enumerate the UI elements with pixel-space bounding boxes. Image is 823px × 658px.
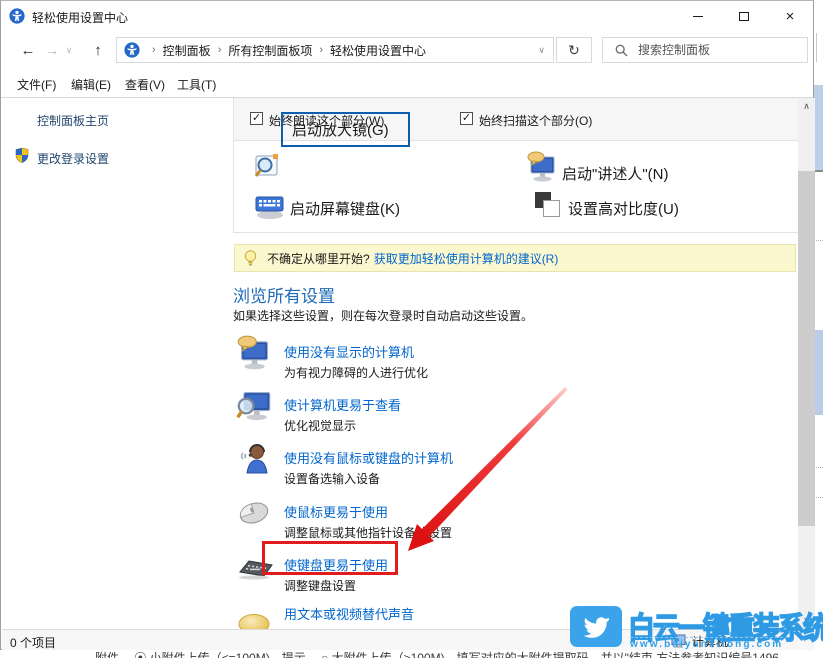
minimize-button[interactable] bbox=[675, 1, 721, 31]
breadcrumb-all-items[interactable]: 所有控制面板项 bbox=[228, 42, 312, 59]
always-read-checkbox[interactable]: ✓ bbox=[250, 112, 263, 125]
tip-text: 不确定从哪里开始? bbox=[267, 250, 370, 267]
breadcrumb-separator: › bbox=[319, 44, 323, 56]
ease-of-access-icon bbox=[124, 42, 140, 58]
history-dropdown-icon[interactable]: ∨ bbox=[61, 31, 77, 69]
setting-desc: 调整鼠标或其他指针设备的设置 bbox=[284, 524, 452, 541]
start-narrator-button[interactable]: 启动"讲述人"(N) bbox=[562, 163, 668, 184]
setting-desc: 优化视觉显示 bbox=[284, 417, 356, 434]
always-scan-label: 始终扫描这个部分(O) bbox=[479, 112, 592, 129]
setting-text-or-visual-for-sounds[interactable]: 用文本或视频替代声音 bbox=[284, 604, 414, 623]
get-recommendations-link[interactable]: 获取更加轻松使用计算机的建议(R) bbox=[374, 250, 559, 267]
breadcrumb-separator: › bbox=[152, 44, 156, 56]
refresh-button[interactable]: ↻ bbox=[556, 37, 592, 63]
background-page-strip: 附件 ⦿ 小附件上传（<=100M)，提示 ○ 大附件上传（>100M)，填写对… bbox=[0, 651, 823, 658]
sidebar-item-control-panel-home[interactable]: 控制面板主页 bbox=[37, 112, 109, 129]
items-count: 0 个项目 bbox=[10, 634, 56, 651]
sidebar-item-change-signin-settings[interactable]: 更改登录设置 bbox=[37, 150, 109, 167]
minimize-icon bbox=[693, 16, 703, 17]
vertical-scrollbar[interactable]: ∧ ∨ bbox=[798, 98, 815, 629]
address-dropdown-icon[interactable]: ∨ bbox=[538, 45, 545, 56]
setting-use-computer-without-mouse-keyboard[interactable]: 使用没有鼠标或键盘的计算机 bbox=[284, 448, 453, 467]
window-title: 轻松使用设置中心 bbox=[32, 9, 128, 26]
navigation-bar: ← → ∨ ↑ › 控制面板 › 所有控制面板项 › 轻松使用设置中心 ∨ bbox=[1, 31, 813, 69]
menu-bar: 文件(F) 编辑(E) 查看(V) 工具(T) bbox=[1, 69, 813, 98]
refresh-icon: ↻ bbox=[568, 42, 580, 59]
up-button[interactable]: ↑ bbox=[87, 31, 109, 69]
person-headset-icon bbox=[233, 440, 275, 478]
start-magnifier-label: 启动放大镜(G) bbox=[283, 119, 389, 140]
tip-bar: 不确定从哪里开始? 获取更加轻松使用计算机的建议(R) bbox=[234, 244, 796, 272]
screen: 附件 ⦿ 小附件上传（<=100M)，提示 ○ 大附件上传（>100M)，填写对… bbox=[0, 0, 823, 658]
maximize-button[interactable] bbox=[721, 1, 767, 31]
browse-all-settings-heading: 浏览所有设置 bbox=[233, 282, 335, 307]
start-magnifier-button[interactable]: 启动放大镜(G) bbox=[281, 112, 410, 147]
breadcrumb-control-panel[interactable]: 控制面板 bbox=[163, 42, 211, 59]
lightbulb-icon bbox=[244, 250, 257, 267]
background-text: 附件 ⦿ 小附件上传（<=100M)，提示 ○ 大附件上传（>100M)，填写对… bbox=[95, 651, 823, 658]
ease-of-access-icon bbox=[9, 8, 25, 24]
background-window-sliver bbox=[814, 0, 823, 658]
watermark: 白云一键重装系统 www.baiyunxitong.com bbox=[568, 600, 823, 652]
maximize-icon bbox=[739, 12, 749, 21]
monitor-speech-icon bbox=[527, 151, 557, 183]
magnifier-window-icon bbox=[254, 153, 282, 183]
forward-button[interactable]: → bbox=[41, 31, 63, 69]
start-onscreen-keyboard-button[interactable]: 启动屏幕键盘(K) bbox=[290, 198, 400, 219]
mouse-icon bbox=[233, 494, 275, 532]
watermark-bird-icon bbox=[570, 606, 622, 647]
menu-edit[interactable]: 编辑(E) bbox=[71, 76, 111, 93]
back-button[interactable]: ← bbox=[17, 31, 39, 69]
high-contrast-icon bbox=[535, 192, 561, 218]
onscreen-keyboard-icon bbox=[254, 192, 286, 220]
highlight-box bbox=[262, 541, 398, 575]
close-icon: × bbox=[786, 9, 795, 24]
setting-use-computer-without-display[interactable]: 使用没有显示的计算机 bbox=[284, 342, 414, 361]
set-high-contrast-button[interactable]: 设置高对比度(U) bbox=[568, 198, 679, 219]
setting-make-mouse-easier[interactable]: 使鼠标更易于使用 bbox=[284, 502, 388, 521]
breadcrumb[interactable]: › 控制面板 › 所有控制面板项 › 轻松使用设置中心 ∨ bbox=[116, 37, 554, 63]
quick-access-panel: ✓ 始终朗读这个部分(W) ✓ 始终扫描这个部分(O) 启动放大镜(G) bbox=[233, 98, 798, 233]
setting-desc: 设置备选输入设备 bbox=[284, 470, 380, 487]
ease-of-access-window: 轻松使用设置中心 × ← → ∨ ↑ › 控制面板 › 所有控制面板项 bbox=[0, 0, 814, 650]
uac-shield-icon bbox=[14, 147, 30, 163]
title-bar: 轻松使用设置中心 × bbox=[1, 1, 813, 31]
search-icon bbox=[615, 44, 628, 57]
setting-make-computer-easier-to-see[interactable]: 使计算机更易于查看 bbox=[284, 395, 401, 414]
setting-desc: 为有视力障碍的人进行优化 bbox=[284, 364, 428, 381]
always-scan-checkbox[interactable]: ✓ bbox=[460, 112, 473, 125]
setting-desc: 调整键盘设置 bbox=[284, 577, 356, 594]
monitor-speech-icon bbox=[233, 334, 275, 372]
breadcrumb-ease-of-access[interactable]: 轻松使用设置中心 bbox=[330, 42, 426, 59]
scrollbar-thumb[interactable] bbox=[798, 171, 815, 526]
menu-file[interactable]: 文件(F) bbox=[17, 76, 56, 93]
search-box[interactable] bbox=[602, 37, 808, 63]
watermark-url: www.baiyunxitong.com bbox=[630, 637, 783, 650]
scroll-up-icon[interactable]: ∧ bbox=[798, 98, 815, 115]
menu-tools[interactable]: 工具(T) bbox=[177, 76, 216, 93]
search-input[interactable] bbox=[638, 43, 788, 57]
browse-all-settings-subtitle: 如果选择这些设置，则在每次登录时自动启动这些设置。 bbox=[233, 307, 533, 324]
menu-view[interactable]: 查看(V) bbox=[125, 76, 165, 93]
monitor-magnifier-icon bbox=[233, 387, 275, 425]
breadcrumb-separator: › bbox=[218, 44, 222, 56]
close-button[interactable]: × bbox=[767, 1, 813, 31]
